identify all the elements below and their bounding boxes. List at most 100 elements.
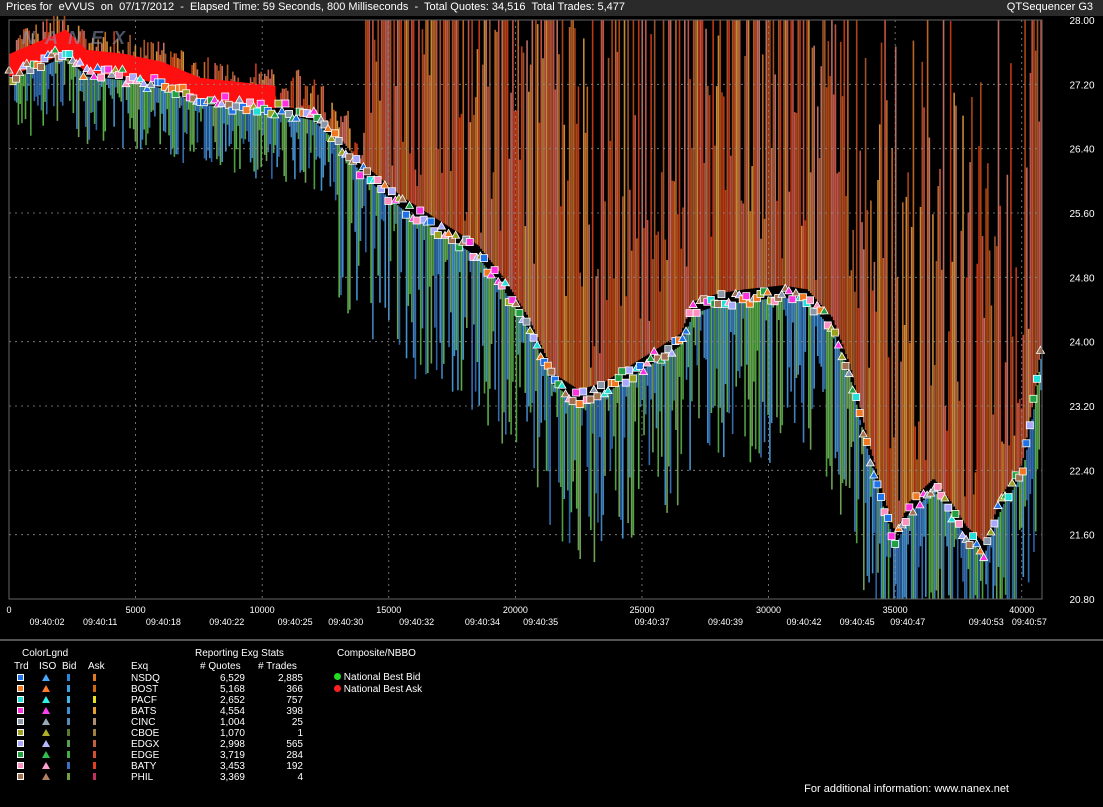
ask-quote — [1018, 398, 1021, 467]
ask-quote — [829, 75, 831, 315]
ask-quote — [545, 20, 548, 357]
ask-quote — [900, 361, 902, 522]
col-header-bid: Bid — [62, 661, 77, 672]
ask-quote — [981, 236, 984, 541]
ask-quote — [597, 268, 599, 385]
ask-quote — [940, 269, 943, 490]
ask-quote — [692, 20, 695, 302]
bid-quote — [418, 219, 420, 290]
bid-quote — [359, 171, 362, 241]
bid-quote — [549, 376, 551, 525]
ask-quote — [306, 86, 309, 112]
ask-quote — [870, 200, 872, 450]
ask-quote — [322, 85, 325, 122]
bid-quote — [831, 328, 833, 490]
bid-quote — [611, 389, 613, 449]
bid-quote — [746, 301, 748, 365]
ask-quote — [464, 220, 466, 237]
bid-quote — [451, 240, 454, 392]
nbbo-bid-label: National Best Bid — [343, 672, 421, 683]
ask-quote — [614, 20, 617, 375]
quotes-header: # Quotes — [200, 661, 241, 672]
ask-quote — [588, 224, 590, 387]
bid-quote — [476, 256, 479, 363]
bid-quote — [166, 90, 169, 110]
bid-quote — [427, 225, 429, 374]
bid-quote — [779, 297, 782, 434]
ask-quote — [956, 381, 959, 513]
ask-quote — [792, 20, 794, 288]
bid-quote — [627, 379, 629, 524]
ask-quote — [799, 20, 801, 289]
ask-quote — [683, 20, 686, 324]
ask-quote — [517, 20, 519, 301]
ask-quote — [712, 20, 714, 296]
bid-quote — [710, 307, 713, 414]
ask-quote — [625, 296, 628, 369]
bid-quote — [588, 398, 590, 517]
ask-quote — [547, 20, 550, 361]
bid-quote — [395, 203, 397, 224]
bid-quote — [613, 388, 615, 437]
ask-quote — [621, 196, 624, 371]
bid-quote — [1034, 398, 1037, 532]
ask-quote — [455, 20, 457, 232]
bid-quote — [272, 112, 275, 154]
ask-quote — [660, 172, 663, 346]
bid-quote — [251, 110, 254, 159]
bid-quote — [487, 269, 489, 426]
legend-exq: BOST — [131, 684, 159, 695]
bid-quote — [964, 535, 966, 599]
ask-quote — [967, 212, 970, 529]
ask-quote — [668, 20, 670, 342]
bid-quote — [249, 109, 252, 163]
ask-quote — [458, 117, 461, 234]
ask-quote — [386, 20, 388, 185]
ask-quote — [655, 234, 658, 350]
ask-quote — [460, 113, 463, 235]
ask-quote — [448, 20, 450, 227]
bid-quote — [407, 212, 410, 306]
bid-quote — [279, 113, 282, 123]
bid-quote — [430, 227, 433, 364]
ask-quote — [552, 20, 555, 373]
ask-quote — [480, 232, 482, 249]
trade-marker — [522, 317, 531, 326]
bid-quote — [552, 384, 555, 392]
bid-quote — [637, 372, 640, 489]
ask-quote — [878, 124, 881, 482]
ask-quote — [705, 28, 707, 298]
bid-quote — [949, 513, 952, 599]
bid-quote — [870, 461, 872, 497]
bid-quote — [200, 104, 202, 122]
bid-quote — [893, 540, 895, 599]
bid-quote — [162, 89, 165, 132]
ask-quote — [630, 250, 633, 365]
trade-marker — [1029, 394, 1038, 403]
time-label: 09:40:02 — [29, 617, 64, 627]
bid-quote — [30, 71, 32, 136]
ask-quote — [593, 346, 596, 386]
footer-link[interactable]: For additional information: www.nanex.ne… — [804, 783, 1009, 795]
bid-quote — [439, 233, 442, 343]
ask-quote — [412, 20, 415, 205]
trade-marker — [625, 366, 634, 375]
bid-quote — [951, 515, 954, 599]
bid-quote — [35, 69, 37, 97]
legend-quotes: 5,168 — [219, 684, 245, 695]
bid-quote — [54, 60, 57, 74]
ask-quote — [405, 20, 408, 200]
bid-quote — [1001, 507, 1003, 599]
ask-quote — [453, 20, 456, 231]
ask-quote — [290, 80, 293, 108]
bid-quote — [490, 274, 493, 345]
time-label: 09:40:30 — [328, 617, 363, 627]
ask-quote — [932, 214, 934, 480]
bid-quote — [141, 84, 144, 140]
bid-swatch — [67, 761, 70, 772]
bid-quote — [675, 348, 677, 431]
trade-marker — [547, 367, 556, 376]
ask-quote — [536, 24, 539, 338]
legend-quotes: 3,369 — [219, 772, 245, 783]
bid-quote — [33, 69, 36, 102]
